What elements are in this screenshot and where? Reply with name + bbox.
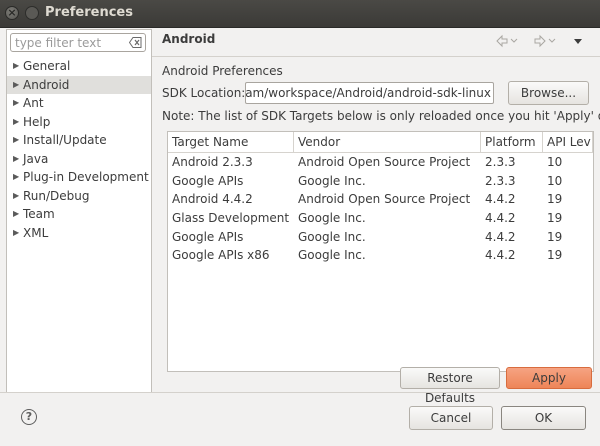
tree-item-general[interactable]: ▶ General [7, 57, 151, 76]
help-icon[interactable]: ? [21, 409, 37, 425]
tree-item-xml[interactable]: ▶ XML [7, 224, 151, 243]
table-cell: Android Open Source Project [298, 155, 471, 169]
table-cell: 2.3.3 [485, 155, 516, 169]
browse-button[interactable]: Browse... [508, 81, 589, 105]
column-header[interactable]: Vendor [294, 132, 481, 152]
expand-arrow-icon[interactable]: ▶ [13, 150, 19, 168]
tree-item-run-debug[interactable]: ▶ Run/Debug [7, 187, 151, 206]
table-cell: Android Open Source Project [298, 192, 471, 207]
tree-item-label: Java [23, 151, 49, 166]
column-header[interactable]: API Lev [543, 132, 593, 152]
arrow-left-icon[interactable] [496, 34, 518, 48]
expand-arrow-icon[interactable]: ▶ [13, 187, 19, 205]
table-body: Android 2.3.3 Android Open Source Project… [168, 153, 593, 265]
table-cell: 10 [547, 173, 563, 188]
page-title: Android [162, 32, 216, 46]
table-cell: 2.3.3 [485, 173, 516, 188]
column-header[interactable]: Platform [481, 132, 543, 152]
tree-item-label: Team [23, 207, 55, 221]
sdk-location-value: ogram/workspace/Android/android-sdk-linu… [245, 86, 491, 100]
table-row[interactable]: Android 2.3.3 Android Open Source Project… [168, 153, 593, 172]
header-separator [152, 56, 600, 57]
tree-item-label: Android [23, 77, 70, 92]
column-header[interactable]: Target Name [168, 132, 294, 152]
sdk-location-field[interactable]: ogram/workspace/Android/android-sdk-linu… [245, 82, 494, 104]
clear-icon[interactable] [129, 37, 142, 48]
table-row[interactable]: Glass Development Kit Google Inc. 4.4.2 19 [168, 209, 593, 228]
table-cell: 10 [547, 155, 563, 169]
table-row[interactable]: Google APIs Google Inc. 2.3.3 10 [168, 172, 593, 191]
tree-item-label: Run/Debug [23, 188, 90, 203]
sdk-location-label: SDK Location: [162, 86, 246, 100]
cancel-button[interactable]: Cancel [409, 406, 493, 430]
window-title: Preferences [45, 5, 133, 20]
table-cell: 4.4.2 [485, 229, 516, 244]
table-cell: Google Inc. [298, 211, 366, 226]
tree-item-label: Help [23, 114, 51, 129]
table-cell: Google Inc. [298, 173, 366, 188]
tree-item-label: Install/Update [23, 133, 107, 147]
page-header: Android [152, 29, 600, 53]
sdk-targets-table[interactable]: Target Name Vendor Platform API Lev Android… [167, 131, 594, 372]
close-window-button[interactable]: × [5, 6, 19, 20]
preference-page: Android Android Preferences SDK Location… [152, 29, 600, 405]
table-header: Target Name Vendor Platform API Lev [168, 132, 593, 153]
tree-item-ant[interactable]: ▶ Ant [7, 94, 151, 113]
tree-item-java[interactable]: ▶ Java [7, 150, 151, 169]
preference-tree: ▶ General ▶ Android ▶ Ant ▶ Help ▶ Install/Update… [7, 57, 151, 242]
expand-arrow-icon[interactable]: ▶ [13, 205, 19, 223]
expand-arrow-icon[interactable]: ▶ [13, 94, 19, 112]
expand-arrow-icon[interactable]: ▶ [13, 76, 19, 94]
footer-separator [0, 392, 600, 393]
table-cell: Google APIs x86 [172, 248, 270, 263]
tree-item-help[interactable]: ▶ Help [7, 113, 151, 132]
tree-item-label: XML [23, 225, 49, 240]
tree-item-install-update[interactable]: ▶ Install/Update [7, 131, 151, 150]
table-row[interactable]: Android 4.4.2 Android Open Source Project… [168, 190, 593, 209]
table-cell: 4.4.2 [485, 248, 516, 263]
filter-field[interactable] [10, 33, 146, 52]
table-cell: Google Inc. [298, 229, 366, 244]
close-icon: × [7, 6, 17, 19]
table-cell: 19 [547, 248, 563, 263]
tree-item-android[interactable]: ▶ Android [7, 75, 151, 94]
table-row[interactable]: Google APIs x86 Google Inc. 4.4.2 19 [168, 246, 593, 265]
tree-item-team[interactable]: ▶ Team [7, 205, 151, 224]
ok-button[interactable]: OK [501, 406, 586, 430]
tree-item-label: Ant [23, 96, 44, 110]
table-cell: 19 [547, 229, 563, 244]
preference-tree-panel: ▶ General ▶ Android ▶ Ant ▶ Help ▶ Install/Update… [6, 29, 152, 393]
minimize-window-button[interactable] [25, 6, 39, 20]
expand-arrow-icon[interactable]: ▶ [13, 131, 19, 149]
apply-button[interactable]: Apply [506, 367, 592, 389]
table-cell: Google Inc. [298, 248, 366, 263]
chevron-down-icon[interactable] [572, 34, 584, 48]
title-bar: × Preferences [0, 0, 600, 28]
section-label: Android Preferences [162, 64, 283, 78]
table-cell: Android 2.3.3 [172, 155, 253, 169]
tree-item-plug-in-development[interactable]: ▶ Plug-in Development [7, 168, 151, 187]
table-cell: Glass Development Kit [172, 211, 292, 226]
table-cell: Google APIs [172, 229, 244, 244]
expand-arrow-icon[interactable]: ▶ [13, 57, 19, 75]
tree-item-label: Plug-in Development [23, 170, 149, 184]
table-cell: Android 4.4.2 [172, 192, 253, 207]
reload-note: Note: The list of SDK Targets below is o… [162, 109, 600, 123]
table-cell: 4.4.2 [485, 192, 516, 207]
table-cell: 19 [547, 211, 563, 226]
expand-arrow-icon[interactable]: ▶ [13, 224, 19, 242]
table-row[interactable]: Google APIs Google Inc. 4.4.2 19 [168, 228, 593, 247]
expand-arrow-icon[interactable]: ▶ [13, 113, 19, 131]
arrow-right-icon[interactable] [534, 34, 556, 48]
expand-arrow-icon[interactable]: ▶ [13, 168, 19, 186]
restore-defaults-button[interactable]: Restore Defaults [400, 367, 500, 405]
table-cell: Google APIs [172, 173, 244, 188]
filter-input[interactable] [15, 35, 123, 50]
table-cell: 19 [547, 192, 563, 207]
tree-item-label: General [23, 59, 71, 73]
preferences-window: × Preferences ▶General▶Android▶Ant▶Help▶… [0, 0, 600, 446]
table-cell: 4.4.2 [485, 211, 516, 226]
